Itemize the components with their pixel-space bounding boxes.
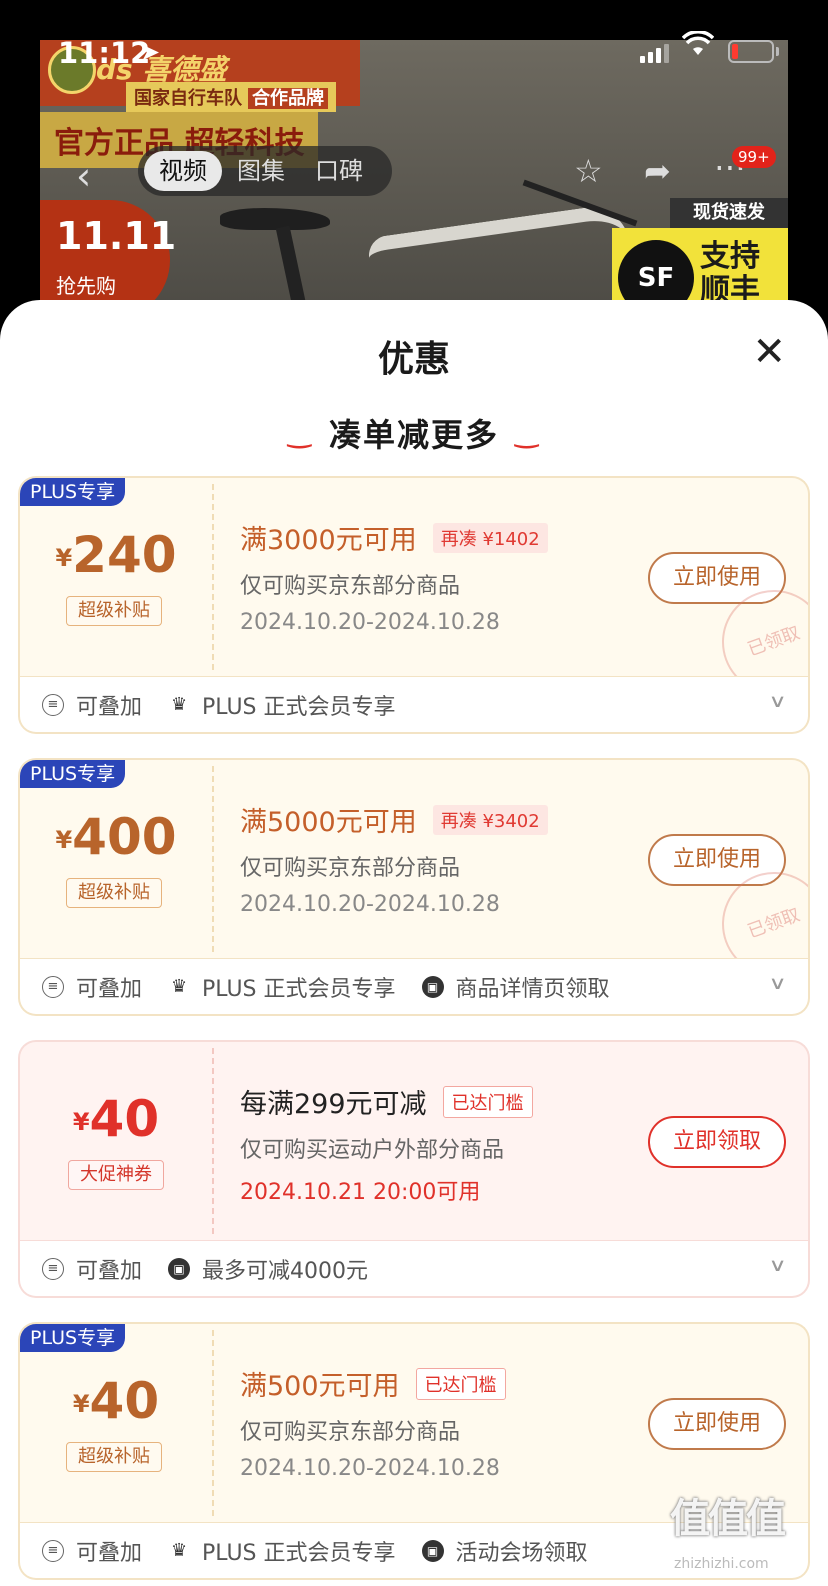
plus-exclusive-tag: PLUS专享 <box>20 1324 126 1352</box>
coupon-date: 2024.10.20-2024.10.28 <box>240 892 500 917</box>
signal-icon <box>640 44 669 63</box>
bike-seat <box>220 208 330 230</box>
coupon-card: PLUS专享 ¥240 超级补贴 满3000元可用 再凑 ¥1402 仅可购买京东… <box>18 476 810 734</box>
crown-icon: ♛ <box>170 693 188 715</box>
close-icon[interactable]: ✕ <box>752 330 786 374</box>
tab-video[interactable]: 视频 <box>144 151 222 191</box>
coupon-scope: 仅可购买京东部分商品 <box>240 574 461 599</box>
battery-tip <box>776 47 779 56</box>
stackable-icon: ≡ <box>42 1539 64 1562</box>
coupon-scope: 仅可购买京东部分商品 <box>240 1420 461 1445</box>
status-bar: 11:12 ➤ <box>0 0 828 92</box>
coupon-condition: 每满299元可减 已达门槛 <box>240 1082 533 1121</box>
coupon-features[interactable]: ≡ 可叠加 ♛ PLUS 正式会员专享 ∨ <box>18 676 810 734</box>
discount-sheet: 优惠 ✕ ‿ 凑单减更多 ‿ PLUS专享 ¥240 超级补贴 满3000元可用 再凑… <box>0 300 828 1586</box>
coupon-divider <box>212 766 214 952</box>
smile-right-icon: ‿ <box>515 416 541 449</box>
coupon-divider <box>212 484 214 670</box>
express-label: 现货速发 <box>670 198 788 228</box>
coupon-divider <box>212 1330 214 1516</box>
coupon-date: 2024.10.20-2024.10.28 <box>240 610 500 635</box>
coupon-card: PLUS专享 ¥400 超级补贴 满5000元可用 再凑 ¥3402 仅可购买京东… <box>18 758 810 1016</box>
use-now-button[interactable]: 立即使用 <box>648 1398 786 1450</box>
sheet-title: 优惠 <box>377 339 450 380</box>
tab-gallery[interactable]: 图集 <box>222 151 300 191</box>
ticket-icon: ▣ <box>421 975 444 998</box>
coupon-condition: 满3000元可用 再凑 ¥1402 <box>240 518 548 557</box>
gap-chip: 再凑 ¥1402 <box>432 522 548 553</box>
coupon-date: 2024.10.20-2024.10.28 <box>240 1456 500 1481</box>
site-watermark-url: zhizhizhi.com <box>674 1556 769 1572</box>
media-tabs: 视频 图集 口碑 <box>138 146 392 196</box>
coupon-amount: ¥40 <box>72 1372 160 1430</box>
coupon-type-tag: 超级补贴 <box>66 878 162 908</box>
stackable-icon: ≡ <box>42 1257 64 1280</box>
coupon-divider <box>212 1048 214 1234</box>
coupon-features[interactable]: ≡ 可叠加 ▣ 最多可减4000元 ∨ <box>18 1240 810 1298</box>
coupon-features[interactable]: ≡ 可叠加 ♛ PLUS 正式会员专享 ▣ 商品详情页领取 ∨ <box>18 958 810 1016</box>
plus-exclusive-tag: PLUS专享 <box>20 478 126 506</box>
coupon-card: ¥40 大促神券 每满299元可减 已达门槛 仅可购买运动户外部分商品 2024.… <box>18 1040 810 1298</box>
share-icon[interactable]: ➦ <box>644 152 671 190</box>
bike-frame <box>366 202 634 308</box>
location-arrow-icon: ➤ <box>140 38 161 66</box>
chevron-down-icon[interactable]: ∨ <box>768 691 786 712</box>
smile-left-icon: ‿ <box>287 416 313 449</box>
ticket-icon: ▣ <box>168 1257 191 1280</box>
coupon-type-tag: 超级补贴 <box>66 596 162 626</box>
threshold-reached-chip: 已达门槛 <box>442 1085 533 1118</box>
section-title: ‿ 凑单减更多 ‿ <box>287 416 541 454</box>
wifi-icon <box>681 30 715 65</box>
coupon-condition: 满500元可用 已达门槛 <box>240 1364 506 1403</box>
coupon-amount: ¥400 <box>55 808 177 866</box>
site-watermark: 值值值 <box>670 1496 786 1542</box>
tab-reviews[interactable]: 口碑 <box>300 151 378 191</box>
status-time: 11:12 <box>58 36 151 70</box>
crown-icon: ♛ <box>170 975 188 997</box>
stackable-icon: ≡ <box>42 975 64 998</box>
message-badge: 99+ <box>732 146 776 168</box>
coupon-date: 2024.10.21 20:00可用 <box>240 1180 481 1205</box>
ticket-icon: ▣ <box>421 1539 444 1562</box>
crown-icon: ♛ <box>170 1539 188 1561</box>
chevron-down-icon[interactable]: ∨ <box>768 973 786 994</box>
favorite-star-icon[interactable]: ☆ <box>574 152 603 190</box>
coupon-amount: ¥240 <box>55 526 177 584</box>
battery-icon <box>728 40 774 63</box>
coupon-scope: 仅可购买京东部分商品 <box>240 856 461 881</box>
coupon-type-tag: 大促神券 <box>68 1160 164 1190</box>
coupon-condition: 满5000元可用 再凑 ¥3402 <box>240 800 548 839</box>
coupon-amount: ¥40 <box>72 1090 160 1148</box>
threshold-reached-chip: 已达门槛 <box>415 1367 506 1400</box>
chevron-down-icon[interactable]: ∨ <box>768 1255 786 1276</box>
plus-exclusive-tag: PLUS专享 <box>20 760 126 788</box>
gap-chip: 再凑 ¥3402 <box>432 804 548 835</box>
stackable-icon: ≡ <box>42 693 64 716</box>
claim-now-button[interactable]: 立即领取 <box>648 1116 786 1168</box>
coupon-scope: 仅可购买运动户外部分商品 <box>240 1138 505 1163</box>
coupon-type-tag: 超级补贴 <box>66 1442 162 1472</box>
back-icon[interactable]: ‹ <box>76 154 91 198</box>
